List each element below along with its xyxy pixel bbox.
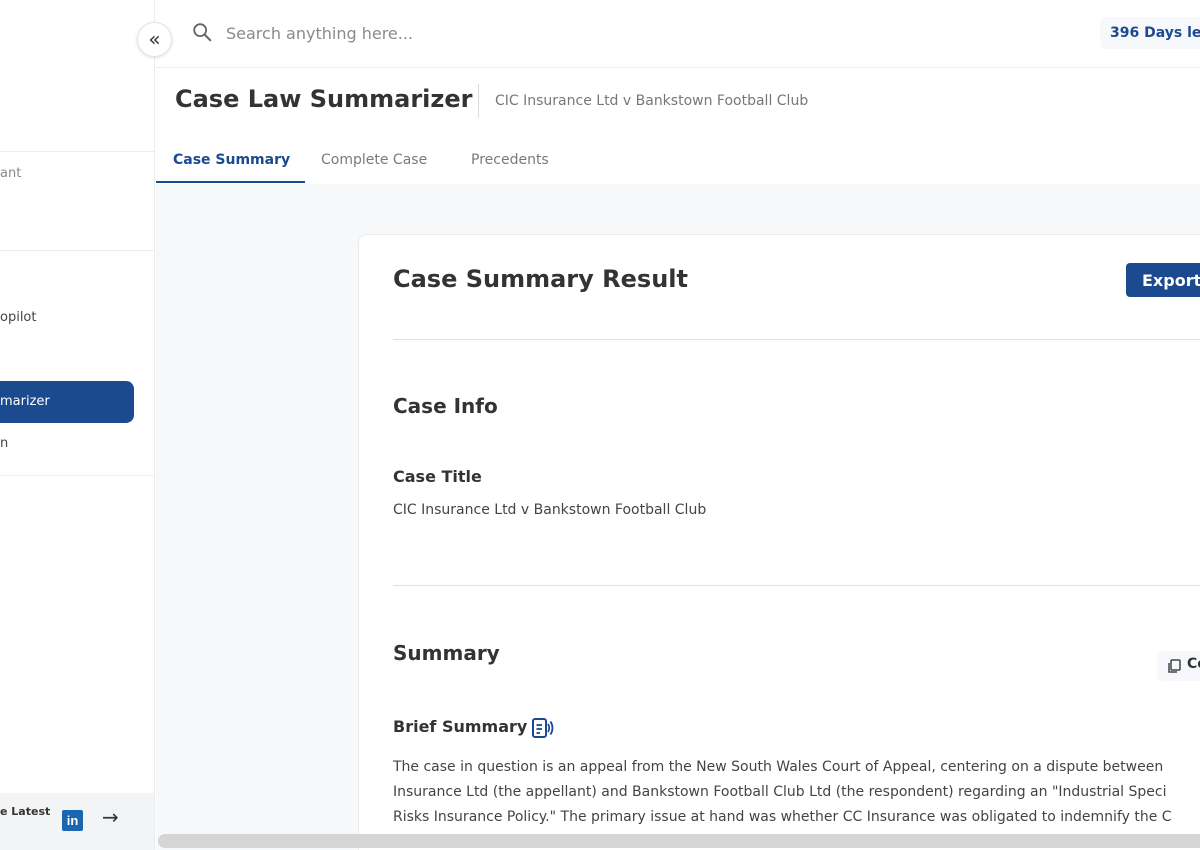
case-title-label: Case Title xyxy=(393,467,482,486)
text-to-speech-icon[interactable] xyxy=(531,716,555,740)
arrow-right-icon[interactable]: → xyxy=(102,805,119,829)
sidebar-item-copilot[interactable]: opilot xyxy=(0,310,36,325)
summary-line: Insurance Ltd (the appellant) and Bankst… xyxy=(393,784,1167,800)
tab-precedents[interactable]: Precedents xyxy=(471,143,549,183)
sidebar-divider xyxy=(0,475,154,476)
sidebar-item-label: marizer xyxy=(0,394,50,409)
brief-summary-text: The case in question is an appeal from t… xyxy=(393,755,1200,830)
sidebar-divider xyxy=(0,250,154,251)
sidebar-item-case-law-summarizer[interactable]: marizer xyxy=(0,381,134,423)
summary-line: Risks Insurance Policy." The primary iss… xyxy=(393,809,1172,825)
search-icon xyxy=(193,23,212,42)
divider xyxy=(393,339,1200,340)
brief-summary-label: Brief Summary xyxy=(393,717,528,736)
search-input[interactable] xyxy=(226,18,626,48)
result-title: Case Summary Result xyxy=(393,265,688,293)
title-divider xyxy=(478,84,479,118)
horizontal-scrollbar[interactable] xyxy=(158,834,1200,848)
page-header: Case Law Summarizer CIC Insurance Ltd v … xyxy=(156,69,1200,184)
sidebar-item-assistant[interactable]: ant xyxy=(0,166,21,181)
top-bar: 396 Days left xyxy=(156,0,1200,68)
collapse-sidebar-button[interactable]: « xyxy=(137,22,172,57)
page-title: Case Law Summarizer xyxy=(175,85,473,113)
copy-label: Co xyxy=(1187,656,1200,672)
tab-case-summary[interactable]: Case Summary xyxy=(156,143,305,183)
copy-button[interactable]: Co xyxy=(1157,651,1200,681)
footer-text: e Latest xyxy=(0,805,51,818)
sidebar: ant opilot marizer n e Latest in → xyxy=(0,0,155,850)
divider xyxy=(393,585,1200,586)
case-name: CIC Insurance Ltd v Bankstown Football C… xyxy=(495,93,809,109)
summary-line: The case in question is an appeal from t… xyxy=(393,759,1164,775)
case-title-value: CIC Insurance Ltd v Bankstown Football C… xyxy=(393,502,707,518)
main-content: Case Summary Result Export Case Info Cas… xyxy=(156,184,1200,850)
chevrons-left-icon: « xyxy=(148,27,161,51)
sidebar-footer: e Latest in → xyxy=(0,793,154,850)
days-left-badge: 396 Days left xyxy=(1100,17,1200,49)
summary-heading: Summary xyxy=(393,641,500,665)
sidebar-divider xyxy=(0,151,154,152)
copy-icon xyxy=(1168,659,1181,673)
case-info-heading: Case Info xyxy=(393,394,498,418)
result-card: Case Summary Result Export Case Info Cas… xyxy=(358,234,1200,850)
tab-complete-case[interactable]: Complete Case xyxy=(321,143,427,183)
sidebar-item-research[interactable]: n xyxy=(0,436,8,451)
linkedin-icon[interactable]: in xyxy=(62,810,83,831)
export-button[interactable]: Export xyxy=(1126,263,1200,297)
